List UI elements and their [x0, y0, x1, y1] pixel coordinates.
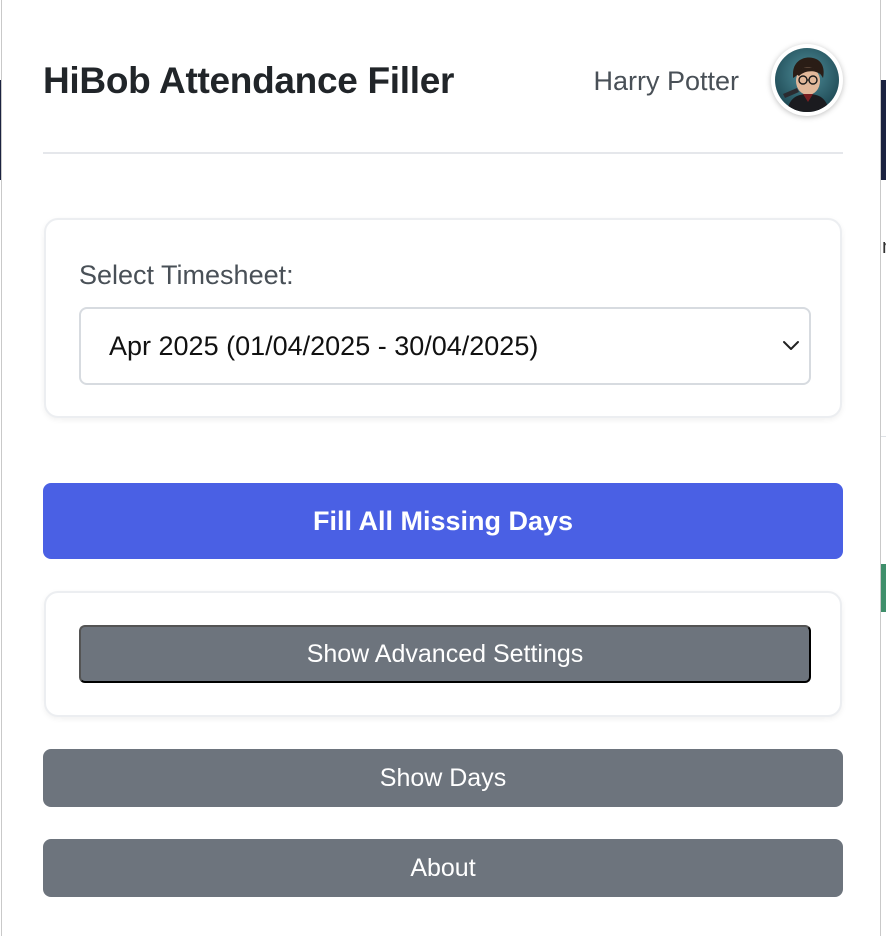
timesheet-label: Select Timesheet:	[79, 260, 294, 290]
avatar-image	[775, 48, 839, 112]
timesheet-select[interactable]: Apr 2025 (01/04/2025 - 30/04/2025)	[79, 307, 811, 385]
user-avatar	[771, 44, 843, 116]
show-days-button[interactable]: Show Days	[43, 749, 843, 807]
header-divider	[43, 152, 843, 154]
timesheet-selected-value: Apr 2025 (01/04/2025 - 30/04/2025)	[109, 331, 539, 361]
user-name: Harry Potter	[593, 66, 739, 96]
about-button[interactable]: About	[43, 839, 843, 897]
show-advanced-settings-button[interactable]: Show Advanced Settings	[79, 625, 811, 683]
background-text-fragment: n	[882, 236, 886, 254]
extension-popup: HiBob Attendance Filler Harry Potter Sel…	[1, 0, 881, 936]
popup-header: HiBob Attendance Filler Harry Potter	[43, 42, 843, 122]
chevron-down-icon	[783, 341, 799, 350]
timesheet-card: Select Timesheet: Apr 2025 (01/04/2025 -…	[44, 218, 842, 418]
app-title: HiBob Attendance Filler	[43, 60, 455, 101]
fill-all-missing-days-button[interactable]: Fill All Missing Days	[43, 483, 843, 559]
advanced-settings-card: Show Advanced Settings	[44, 591, 842, 717]
